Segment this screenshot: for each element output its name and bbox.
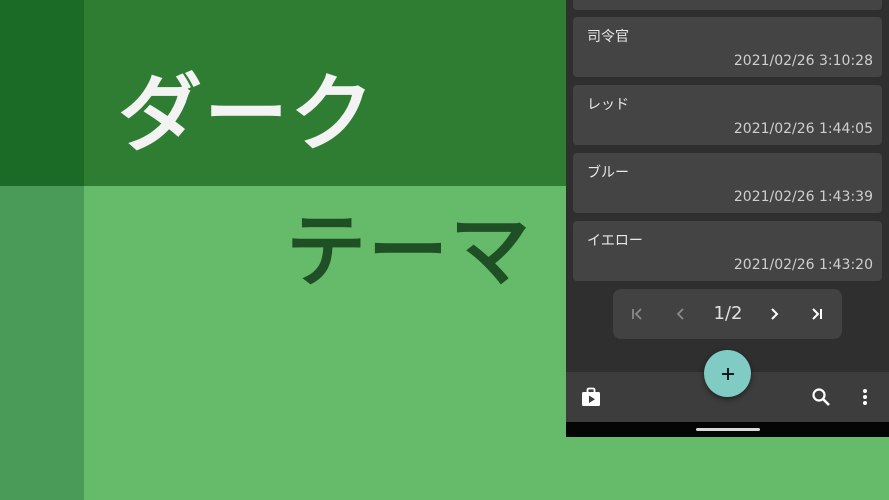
page-indicator: 1/2: [713, 303, 743, 324]
list-item-timestamp: 2021/02/26 3:10:28: [733, 53, 873, 69]
list-item-timestamp: 2021/02/26 1:44:05: [733, 121, 873, 137]
list-item-timestamp: 2021/02/26 1:43:20: [733, 257, 873, 273]
list-item[interactable]: イエロー 2021/02/26 1:43:20: [573, 221, 882, 281]
first-page-icon[interactable]: [626, 303, 648, 325]
plus-icon: [721, 367, 734, 380]
play-store-bag-icon[interactable]: [580, 386, 602, 408]
chevron-right-icon[interactable]: [763, 303, 785, 325]
last-page-icon[interactable]: [806, 303, 828, 325]
banner-title-line2: テーマ: [286, 205, 532, 298]
list-item-name: 司令官: [587, 29, 629, 45]
system-nav-bar: [566, 422, 889, 437]
banner-bg-mid-left: [0, 186, 84, 500]
gesture-handle[interactable]: [696, 428, 760, 431]
phone-screen: 司令官 2021/02/26 3:10:28 レッド 2021/02/26 1:…: [566, 0, 889, 437]
list-item[interactable]: ブルー 2021/02/26 1:43:39: [573, 153, 882, 213]
banner-title-line1: ダーク: [118, 65, 377, 163]
list-item-timestamp: 2021/02/26 1:43:39: [733, 189, 873, 205]
chevron-left-icon[interactable]: [670, 303, 692, 325]
list-item-partial[interactable]: [573, 0, 882, 10]
banner-bg-dark-left: [0, 0, 84, 186]
list-item-name: レッド: [587, 97, 629, 113]
more-vertical-icon[interactable]: [854, 386, 876, 408]
add-fab-button[interactable]: [704, 350, 751, 397]
pagination-bar: 1/2: [613, 289, 842, 339]
list-item-name: イエロー: [587, 233, 643, 249]
search-icon[interactable]: [810, 386, 832, 408]
list-item[interactable]: レッド 2021/02/26 1:44:05: [573, 85, 882, 145]
list-item-name: ブルー: [587, 165, 629, 181]
list-item[interactable]: 司令官 2021/02/26 3:10:28: [573, 17, 882, 77]
